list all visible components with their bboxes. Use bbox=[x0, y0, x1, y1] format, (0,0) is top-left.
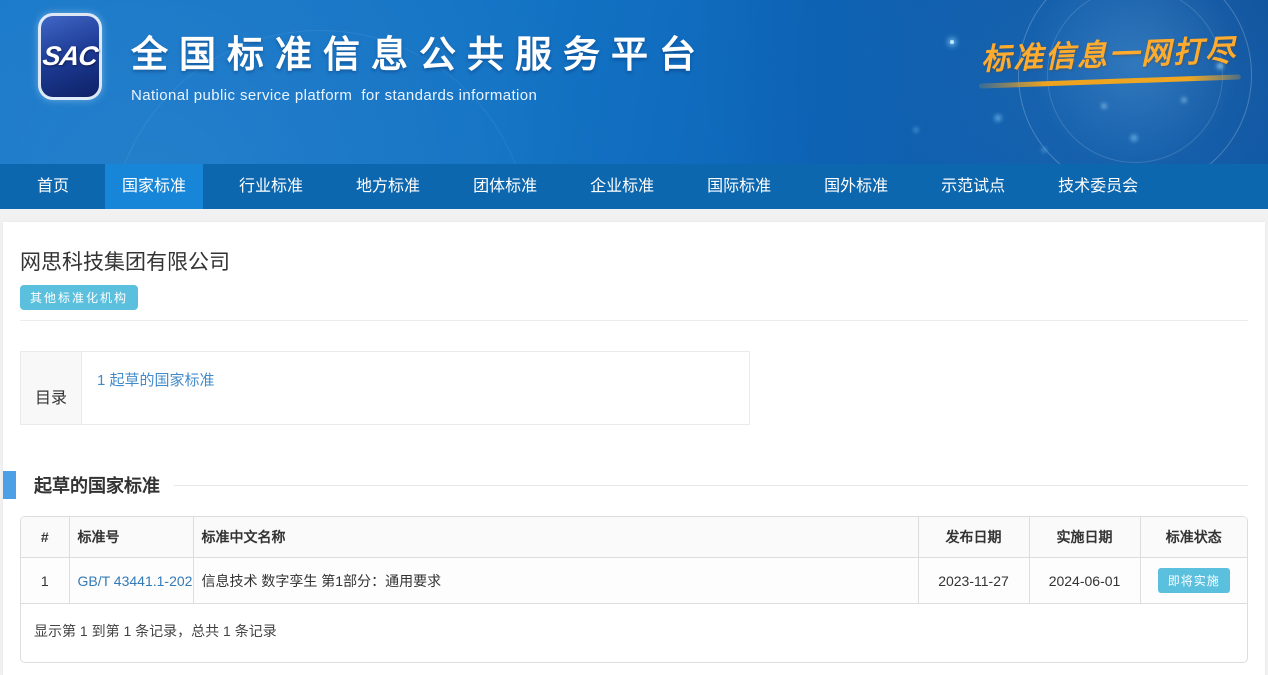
col-header-index: # bbox=[21, 517, 69, 558]
org-type-badge: 其他标准化机构 bbox=[20, 285, 138, 310]
nav-item-national-standards[interactable]: 国家标准 bbox=[105, 164, 203, 209]
cell-publish-date: 2023-11-27 bbox=[918, 558, 1029, 604]
site-title: 全国标准信息公共服务平台 bbox=[131, 24, 707, 78]
col-header-implement-date: 实施日期 bbox=[1029, 517, 1140, 558]
org-name: 网思科技集团有限公司 bbox=[20, 246, 1248, 276]
cell-implement-date: 2024-06-01 bbox=[1029, 558, 1140, 604]
nav-item-pilot-demo[interactable]: 示范试点 bbox=[924, 164, 1022, 209]
table-row: 1 GB/T 43441.1-2023 信息技术 数字孪生 第1部分：通用要求 … bbox=[21, 558, 1247, 604]
nav-item-local-standards[interactable]: 地方标准 bbox=[339, 164, 437, 209]
sparkle-dots bbox=[950, 40, 954, 44]
nav-item-enterprise-standards[interactable]: 企业标准 bbox=[573, 164, 671, 209]
cell-index: 1 bbox=[21, 558, 69, 604]
header-slogan: 标准信息一网打尽 bbox=[977, 25, 1241, 88]
sac-logo[interactable]: SAC bbox=[38, 13, 102, 100]
nav-item-group-standards[interactable]: 团体标准 bbox=[456, 164, 554, 209]
nav-item-technical-committee[interactable]: 技术委员会 bbox=[1041, 164, 1155, 209]
table-header-row: # 标准号 标准中文名称 发布日期 实施日期 标准状态 bbox=[21, 517, 1247, 558]
col-header-publish-date: 发布日期 bbox=[918, 517, 1029, 558]
nav-item-foreign-standards[interactable]: 国外标准 bbox=[807, 164, 905, 209]
toc-body: 1 起草的国家标准 bbox=[82, 352, 749, 424]
section-title: 起草的国家标准 bbox=[34, 472, 160, 498]
nav-item-international-standards[interactable]: 国际标准 bbox=[690, 164, 788, 209]
section-accent-bar bbox=[3, 471, 16, 499]
section-heading: 起草的国家标准 bbox=[20, 471, 1248, 499]
site-title-block: 全国标准信息公共服务平台 National public service pla… bbox=[131, 24, 707, 104]
cell-status: 即将实施 bbox=[1140, 558, 1247, 604]
standard-link[interactable]: GB/T 43441.1-2023 bbox=[78, 573, 194, 589]
site-header: SAC 全国标准信息公共服务平台 National public service… bbox=[0, 0, 1268, 164]
cell-standard-no: GB/T 43441.1-2023 bbox=[69, 558, 193, 604]
site-subtitle: National public service platform for sta… bbox=[131, 87, 707, 104]
col-header-standard-name: 标准中文名称 bbox=[193, 517, 918, 558]
section-heading-line bbox=[174, 485, 1248, 486]
record-summary: 显示第 1 到第 1 条记录，总共 1 条记录 bbox=[21, 604, 1247, 662]
nav-list: 首页 国家标准 行业标准 地方标准 团体标准 企业标准 国际标准 国外标准 示范… bbox=[0, 164, 1268, 209]
toc-link-drafted-national-standards[interactable]: 1 起草的国家标准 bbox=[97, 372, 215, 389]
status-badge: 即将实施 bbox=[1158, 568, 1230, 593]
slogan-text: 标准信息一网打尽 bbox=[977, 25, 1240, 78]
nav-item-industry-standards[interactable]: 行业标准 bbox=[222, 164, 320, 209]
col-header-status: 标准状态 bbox=[1140, 517, 1247, 558]
header-divider bbox=[20, 320, 1248, 321]
sac-logo-text: SAC bbox=[41, 41, 99, 72]
main-nav: 首页 国家标准 行业标准 地方标准 团体标准 企业标准 国际标准 国外标准 示范… bbox=[0, 164, 1268, 209]
toc-label: 目录 bbox=[21, 352, 82, 424]
content-panel: 网思科技集团有限公司 其他标准化机构 目录 1 起草的国家标准 起草的国家标准 … bbox=[3, 222, 1265, 675]
standards-table: # 标准号 标准中文名称 发布日期 实施日期 标准状态 1 GB/T 43441… bbox=[20, 516, 1248, 663]
cell-standard-name: 信息技术 数字孪生 第1部分：通用要求 bbox=[193, 558, 918, 604]
toc-panel: 目录 1 起草的国家标准 bbox=[20, 351, 750, 425]
nav-item-home[interactable]: 首页 bbox=[20, 164, 86, 209]
col-header-standard-no: 标准号 bbox=[69, 517, 193, 558]
